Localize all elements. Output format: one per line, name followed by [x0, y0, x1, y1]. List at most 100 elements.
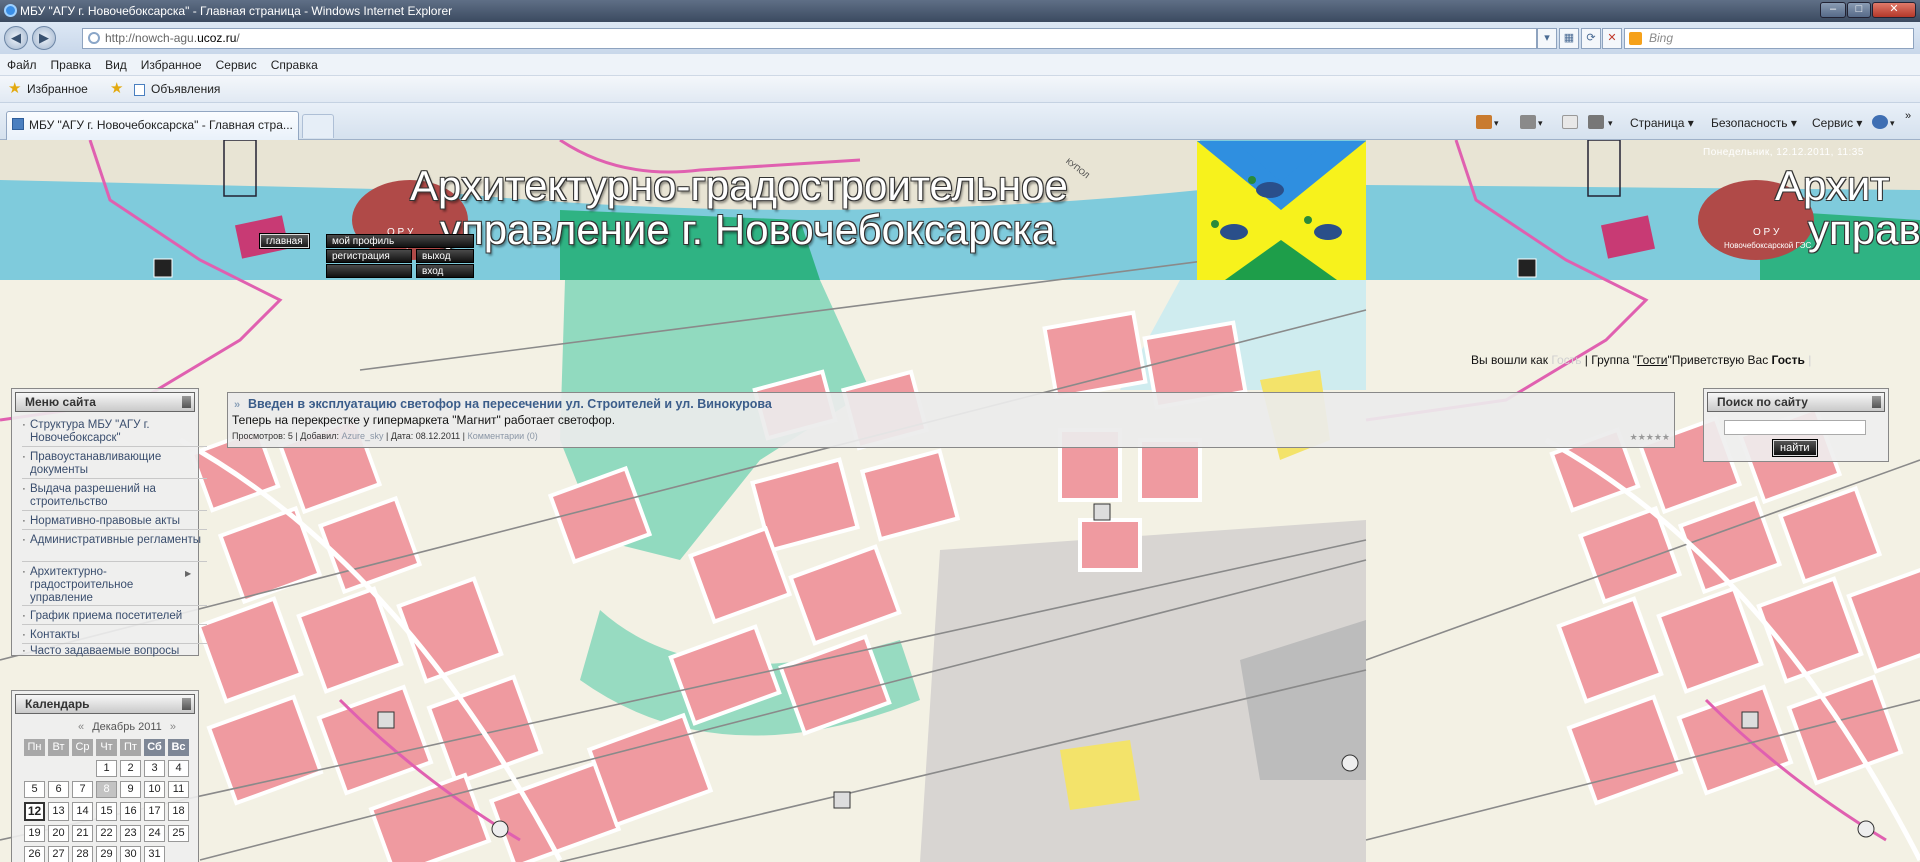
- menu-item-faq[interactable]: Часто задаваемые вопросы: [22, 645, 210, 658]
- more-commands-icon[interactable]: »: [1905, 107, 1911, 125]
- menu-item-schedule[interactable]: График приема посетителей: [22, 610, 210, 623]
- star-icon[interactable]: ★: [1646, 432, 1654, 442]
- stop-icon[interactable]: ✕: [1602, 28, 1622, 49]
- calendar-weekday: Вт: [48, 739, 69, 756]
- calendar-next-button[interactable]: »: [170, 721, 176, 733]
- favorites-button[interactable]: Избранное: [27, 80, 88, 98]
- menu-item-documents[interactable]: Правоустанавливающие документы: [22, 451, 210, 477]
- nav-logout[interactable]: выход: [416, 249, 474, 263]
- menu-tools[interactable]: Сервис: [209, 54, 264, 76]
- close-button[interactable]: ✕: [1872, 2, 1916, 18]
- menu-item-permits[interactable]: Выдача разрешений на строительство: [22, 483, 210, 509]
- nav-home[interactable]: главная: [259, 233, 310, 249]
- calendar-day: 7: [72, 781, 93, 798]
- group-link[interactable]: Гости: [1637, 353, 1668, 367]
- menu-item-regulations[interactable]: Административные регламенты: [22, 534, 210, 547]
- maximize-button[interactable]: □: [1847, 2, 1871, 18]
- calendar-weekdays: Пн Вт Ср Чт Пт Сб Вс: [24, 739, 189, 756]
- calendar-empty-cell: [24, 760, 45, 777]
- tab-main-page[interactable]: МБУ "АГУ г. Новочебоксарска" - Главная с…: [6, 111, 299, 140]
- site-search-input[interactable]: [1724, 420, 1866, 435]
- minimize-button[interactable]: –: [1820, 2, 1846, 18]
- calendar-weekday: Вс: [168, 739, 189, 756]
- calendar-month-nav: « Декабрь 2011 »: [78, 721, 176, 733]
- calendar-panel: Календарь « Декабрь 2011 » Пн Вт Ср Чт Пт Сб В…: [11, 690, 199, 862]
- calendar-day: 11: [168, 781, 189, 798]
- star-icon[interactable]: ★: [1630, 432, 1638, 442]
- search-input[interactable]: Bing: [1624, 28, 1914, 49]
- compatibility-icon[interactable]: ▦: [1559, 28, 1579, 49]
- favorite-link-announcements[interactable]: Объявления: [151, 80, 220, 98]
- refresh-icon[interactable]: ⟳: [1581, 28, 1601, 49]
- address-bar[interactable]: http://nowch-agu.ucoz.ru/: [82, 28, 1537, 49]
- star-icon[interactable]: ★: [1638, 432, 1646, 442]
- nav-login[interactable]: вход: [416, 264, 474, 278]
- home-icon[interactable]: [1476, 115, 1492, 129]
- star-icon[interactable]: ★: [1662, 432, 1670, 442]
- nav-profile[interactable]: мой профиль: [326, 234, 474, 248]
- calendar-day: 6: [48, 781, 69, 798]
- calendar-grid: Пн Вт Ср Чт Пт Сб Вс 1 2 3 4 5 6 7 8 9 10 11 12 13 14 15 16 17…: [21, 735, 192, 862]
- home-dropdown-icon[interactable]: ▾: [1494, 114, 1499, 132]
- menu-item-department[interactable]: Архитектурно-градостроительное управлени…: [22, 566, 150, 605]
- feeds-icon[interactable]: [1520, 115, 1536, 129]
- calendar-empty-cell: [48, 760, 69, 777]
- help-icon[interactable]: [1872, 115, 1888, 129]
- safety-menu[interactable]: Безопасность ▾: [1711, 114, 1797, 132]
- calendar-empty-cell: [72, 760, 93, 777]
- calendar-weekday: Пт: [120, 739, 141, 756]
- menu-help[interactable]: Справка: [264, 54, 325, 76]
- news-comments-link[interactable]: Комментарии (0): [468, 431, 538, 441]
- print-dropdown-icon[interactable]: ▾: [1608, 114, 1613, 132]
- address-dropdown-icon[interactable]: ▾: [1537, 28, 1557, 49]
- menu-edit[interactable]: Правка: [44, 54, 99, 76]
- calendar-day: 12: [24, 802, 45, 821]
- map-label-ges-repeat: Новочебоксарской ГЭС: [1724, 241, 1812, 250]
- news-title-link[interactable]: Введен в эксплуатацию светофор на пересе…: [248, 397, 772, 411]
- news-added-label: Добавил:: [300, 431, 339, 441]
- calendar-day: 5: [24, 781, 45, 798]
- menu-item-contacts[interactable]: Контакты: [22, 629, 210, 642]
- calendar-day: 26: [24, 846, 45, 862]
- calendar-week: 19 20 21 22 23 24 25: [24, 825, 189, 842]
- calendar-week: 5 6 7 8 9 10 11: [24, 781, 189, 798]
- calendar-month-label: Декабрь 2011: [92, 721, 162, 733]
- menu-view[interactable]: Вид: [98, 54, 134, 76]
- guest-link[interactable]: Гость: [1551, 353, 1581, 367]
- calendar-day[interactable]: 8: [96, 781, 117, 798]
- site-title-line1: Архитектурно-градостроительное: [410, 162, 1068, 209]
- nav-register[interactable]: регистрация: [326, 249, 412, 263]
- feeds-dropdown-icon[interactable]: ▾: [1538, 114, 1543, 132]
- menu-item-structure[interactable]: Структура МБУ "АГУ г. Новочебоксарск": [22, 419, 210, 445]
- print-icon[interactable]: [1588, 115, 1604, 129]
- feed-page-icon: [134, 84, 145, 96]
- back-button[interactable]: ◀: [4, 26, 28, 50]
- news-rating-stars[interactable]: ★★★★★: [1630, 432, 1670, 443]
- help-dropdown-icon[interactable]: ▾: [1890, 114, 1895, 132]
- calendar-week: 12 13 14 15 16 17 18: [24, 802, 189, 821]
- search-panel: Поиск по сайту найти: [1703, 388, 1889, 462]
- divider: [22, 446, 207, 447]
- news-author-link[interactable]: Azure_sky: [341, 431, 383, 441]
- calendar-prev-button[interactable]: «: [78, 721, 84, 733]
- login-status: Вы вошли как Гость | Группа "Гости"Приве…: [1471, 353, 1812, 367]
- forward-button[interactable]: ▶: [32, 26, 56, 50]
- favorites-bar: ★ Избранное ★ Объявления: [0, 76, 1920, 103]
- tools-menu[interactable]: Сервис ▾: [1812, 114, 1862, 132]
- new-tab-button[interactable]: [302, 114, 334, 138]
- calendar-day: 17: [144, 802, 165, 821]
- calendar-day: 4: [168, 760, 189, 777]
- news-text: Теперь на перекрестке у гипермаркета "Ма…: [232, 413, 616, 427]
- star-icon[interactable]: ★: [1654, 432, 1662, 442]
- calendar-day: 18: [168, 802, 189, 821]
- mail-icon[interactable]: [1562, 115, 1578, 129]
- menu-item-legal-acts[interactable]: Нормативно-правовые акты: [22, 515, 210, 528]
- ie-icon: [4, 4, 17, 17]
- calendar-day: 24: [144, 825, 165, 842]
- menu-file[interactable]: Файл: [0, 54, 44, 76]
- add-favorite-icon[interactable]: ★: [110, 80, 123, 98]
- menu-favorites[interactable]: Избранное: [134, 54, 209, 76]
- menu-bar: Файл Правка Вид Избранное Сервис Справка: [0, 54, 1920, 76]
- page-menu[interactable]: Страница ▾: [1630, 114, 1694, 132]
- site-search-button[interactable]: найти: [1772, 439, 1818, 457]
